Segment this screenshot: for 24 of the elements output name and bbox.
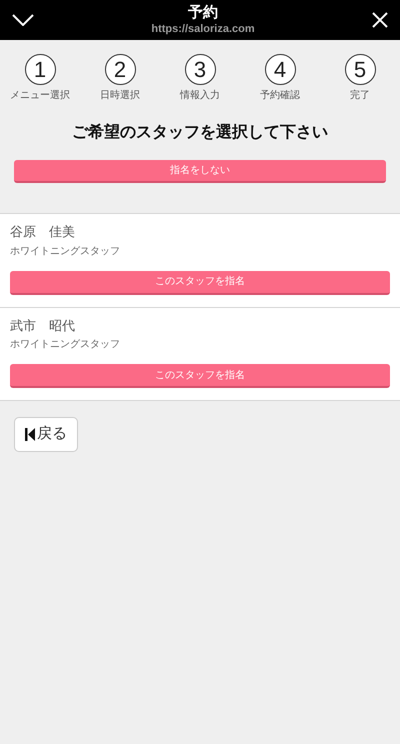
back-button[interactable]: 戻る <box>14 417 78 452</box>
section-heading: ご希望のスタッフを選択して下さい <box>71 122 329 143</box>
page-title: 予約 <box>188 4 218 22</box>
chevron-down-icon[interactable] <box>12 14 34 26</box>
staff-role: ホワイトニングスタッフ <box>10 338 121 352</box>
step-number: 2 <box>104 54 136 85</box>
step-label: 日時選択 <box>100 88 140 103</box>
staff-role: ホワイトニングスタッフ <box>10 244 121 258</box>
step-number: 3 <box>184 54 216 85</box>
step-number: 1 <box>24 54 56 85</box>
staff-name: 谷原 佳美 <box>10 223 76 241</box>
skip-back-icon <box>25 428 35 441</box>
step-label: 情報入力 <box>180 88 220 103</box>
close-icon[interactable] <box>372 12 388 28</box>
step-label: メニュー選択 <box>10 89 70 103</box>
page-url: https://saloriza.com <box>151 22 255 36</box>
step-label: 完了 <box>350 88 370 103</box>
step-number: 5 <box>344 54 376 85</box>
select-staff-button[interactable]: このスタッフを指名 <box>10 270 390 294</box>
step-label: 予約確認 <box>260 88 300 103</box>
no-preference-button[interactable]: 指名をしない <box>14 160 386 183</box>
select-staff-button[interactable]: このスタッフを指名 <box>10 364 390 388</box>
step-number: 4 <box>264 54 296 85</box>
staff-name: 武市 昭代 <box>10 316 76 334</box>
